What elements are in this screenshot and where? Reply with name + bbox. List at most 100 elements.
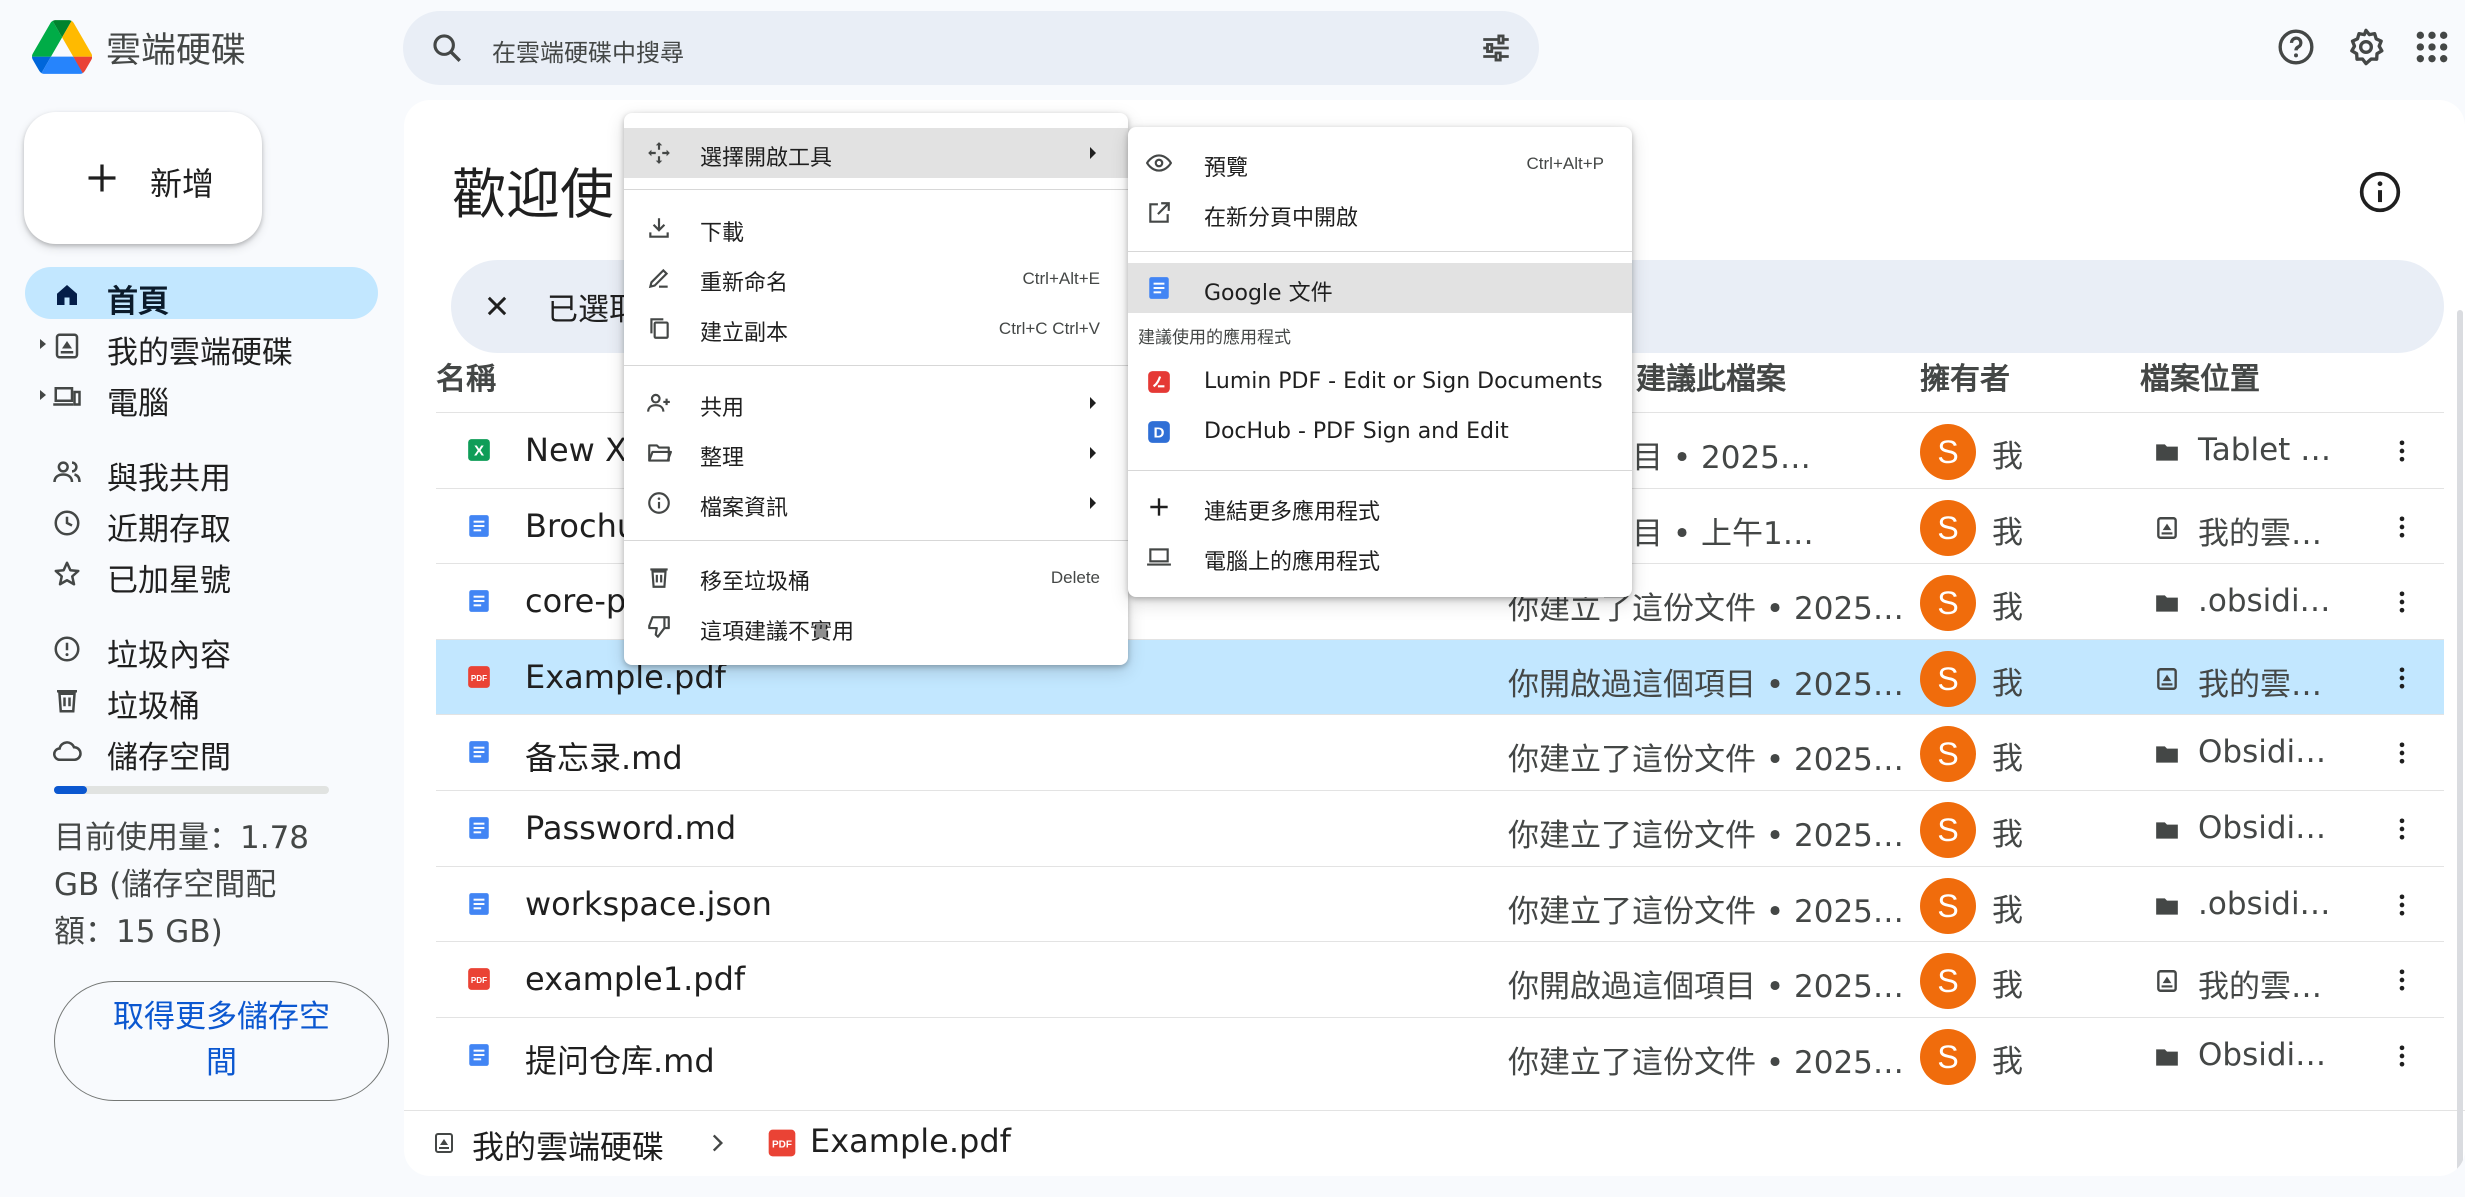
- owner-avatar[interactable]: S: [1920, 650, 1976, 707]
- owner-avatar[interactable]: S: [1920, 575, 1976, 632]
- menu-item-open-with[interactable]: 選擇開啟工具: [624, 128, 1128, 178]
- my-drive-icon: [2157, 667, 2177, 690]
- sidebar-item-recent[interactable]: 近期存取: [0, 495, 390, 548]
- file-name: Password.md: [525, 808, 737, 847]
- file-row[interactable]: Password.md 你建立了這份文件 • 2025… S 我 Obsidi…: [436, 789, 2444, 866]
- file-location[interactable]: Tablet …: [2198, 432, 2331, 468]
- scrollbar[interactable]: [2455, 310, 2465, 1176]
- column-header-name[interactable]: 名稱: [436, 354, 496, 398]
- owner-name: 我: [1992, 590, 2023, 627]
- more-options-icon[interactable]: [2388, 664, 2416, 692]
- sidebar-item-spam[interactable]: 垃圾內容: [0, 621, 390, 674]
- menu-item-move-to-trash[interactable]: 移至垃圾桶 Delete: [624, 552, 1128, 602]
- more-options-icon[interactable]: [2388, 588, 2416, 616]
- file-location[interactable]: 我的雲…: [2198, 659, 2322, 704]
- file-location[interactable]: 我的雲…: [2198, 961, 2322, 1006]
- menu-item-download[interactable]: 下載: [624, 203, 1128, 253]
- settings-gear-icon[interactable]: [2346, 27, 2386, 67]
- menu-item-organize[interactable]: 整理: [624, 428, 1128, 478]
- owner-avatar[interactable]: S: [1920, 499, 1976, 556]
- drive-logo[interactable]: 雲端硬碟: [32, 20, 246, 74]
- sidebar-item-computers[interactable]: 電腦: [0, 369, 390, 422]
- svg-text:PDF: PDF: [471, 674, 487, 683]
- more-options-icon[interactable]: [2388, 739, 2416, 767]
- file-name: Brochu: [525, 506, 638, 545]
- menu-item-rename[interactable]: 重新命名 Ctrl+Alt+E: [624, 253, 1128, 303]
- file-name: 提问仓库.md: [525, 1041, 715, 1080]
- search-bar[interactable]: 在雲端硬碟中搜尋: [403, 11, 1539, 85]
- search-icon[interactable]: [430, 31, 464, 65]
- submenu-item-computer-apps[interactable]: 電腦上的應用程式: [1128, 532, 1632, 582]
- storage-usage-text: 目前使用量：1.78 GB (儲存空間配 額：15 GB): [54, 815, 354, 956]
- menu-item-not-helpful[interactable]: 這項建議不實用: [624, 602, 1128, 652]
- close-selection-icon[interactable]: [483, 292, 511, 320]
- more-options-icon[interactable]: [2388, 815, 2416, 843]
- new-button-label: 新增: [150, 165, 215, 203]
- breadcrumb-current[interactable]: Example.pdf: [810, 1122, 1011, 1160]
- submenu-item-open-new-tab[interactable]: 在新分頁中開啟: [1128, 188, 1632, 238]
- help-icon[interactable]: [2276, 27, 2316, 67]
- sidebar-item-label: 首頁: [107, 284, 169, 320]
- submenu-item-google-docs[interactable]: Google 文件: [1128, 263, 1632, 313]
- submenu-item-lumin[interactable]: Lumin PDF - Edit or Sign Documents: [1128, 357, 1632, 407]
- get-more-storage-button[interactable]: 取得更多儲存空 間: [54, 981, 389, 1101]
- expand-caret-icon[interactable]: [38, 389, 48, 401]
- file-location[interactable]: 我的雲…: [2198, 508, 2322, 553]
- submenu-item-dochub[interactable]: D DocHub - PDF Sign and Edit: [1128, 407, 1632, 457]
- clock-icon: [54, 510, 80, 536]
- file-row[interactable]: 提问仓库.md 你建立了這份文件 • 2025… S 我 Obsidi…: [436, 1016, 2444, 1093]
- download-icon: [649, 218, 669, 238]
- file-name: core-p: [525, 582, 627, 621]
- button-label: 取得更多儲存空: [113, 999, 330, 1035]
- menu-item-file-info[interactable]: 檔案資訊: [624, 478, 1128, 528]
- file-location[interactable]: Obsidi…: [2198, 734, 2326, 770]
- sidebar-item-storage[interactable]: 儲存空間: [0, 723, 390, 776]
- more-options-icon[interactable]: [2388, 966, 2416, 994]
- svg-text:PDF: PDF: [471, 976, 487, 985]
- copy-icon: [650, 318, 669, 339]
- more-options-icon[interactable]: [2388, 437, 2416, 465]
- new-button[interactable]: 新增: [24, 112, 262, 244]
- owner-avatar[interactable]: S: [1920, 726, 1976, 783]
- file-location[interactable]: .obsidi…: [2198, 583, 2331, 619]
- file-row[interactable]: 备忘录.md 你建立了這份文件 • 2025… S 我 Obsidi…: [436, 714, 2444, 790]
- file-row[interactable]: PDF example1.pdf 你開啟過這個項目 • 2025… S 我 我的雲…: [436, 941, 2444, 1017]
- search-options-icon[interactable]: [1479, 31, 1513, 65]
- search-input[interactable]: 在雲端硬碟中搜尋: [492, 33, 684, 68]
- more-options-icon[interactable]: [2388, 1042, 2416, 1070]
- more-options-icon[interactable]: [2388, 513, 2416, 541]
- submenu-item-connect-more[interactable]: 連結更多應用程式: [1128, 482, 1632, 532]
- owner-avatar[interactable]: S: [1920, 953, 1976, 1010]
- file-location[interactable]: Obsidi…: [2198, 810, 2326, 846]
- expand-caret-icon[interactable]: [38, 338, 48, 350]
- owner-name: 我: [1992, 816, 2023, 853]
- breadcrumb-parent[interactable]: 我的雲端硬碟: [472, 1122, 664, 1168]
- file-location[interactable]: Obsidi…: [2198, 1037, 2326, 1073]
- menu-item-share[interactable]: 共用: [624, 378, 1128, 428]
- submenu-item-preview[interactable]: 預覽 Ctrl+Alt+P: [1128, 138, 1632, 188]
- file-row[interactable]: workspace.json 你建立了這份文件 • 2025… S 我 .obsidi…: [436, 865, 2444, 942]
- owner-avatar[interactable]: S: [1920, 877, 1976, 934]
- menu-item-label: 下載: [700, 221, 745, 246]
- owner-avatar[interactable]: S: [1920, 1028, 1976, 1085]
- suggested-apps-heading: 建議使用的應用程式: [1138, 328, 1291, 348]
- apps-grid-icon[interactable]: [2412, 27, 2452, 67]
- sidebar-item-trash[interactable]: 垃圾桶: [0, 672, 390, 725]
- more-options-icon[interactable]: [2388, 891, 2416, 919]
- owner-avatar[interactable]: S: [1920, 801, 1976, 858]
- sidebar-item-starred[interactable]: 已加星號: [0, 546, 390, 599]
- details-info-icon[interactable]: [2358, 170, 2402, 214]
- add-person-share-icon: [647, 393, 670, 412]
- owner-avatar[interactable]: S: [1920, 424, 1976, 480]
- sidebar-item-label: 近期存取: [107, 512, 231, 548]
- sidebar-item-my-drive[interactable]: 我的雲端硬碟: [0, 318, 390, 371]
- submenu-arrow-icon: [1090, 147, 1096, 159]
- menu-item-label: 重新命名: [700, 271, 789, 296]
- suggestion-reason: 你建立了這份文件 • 2025…: [1508, 1044, 1903, 1081]
- owner-name: 我: [1992, 892, 2023, 929]
- sidebar-item-shared[interactable]: 與我共用: [0, 444, 390, 497]
- menu-item-make-copy[interactable]: 建立副本 Ctrl+C Ctrl+V: [624, 303, 1128, 353]
- context-menu: 選擇開啟工具 下載 重新命名 Ctrl+Alt+E 建立副本 Ctrl+C Ct…: [624, 113, 1128, 665]
- file-location[interactable]: .obsidi…: [2198, 886, 2331, 922]
- sidebar-item-home[interactable]: 首頁: [25, 267, 378, 320]
